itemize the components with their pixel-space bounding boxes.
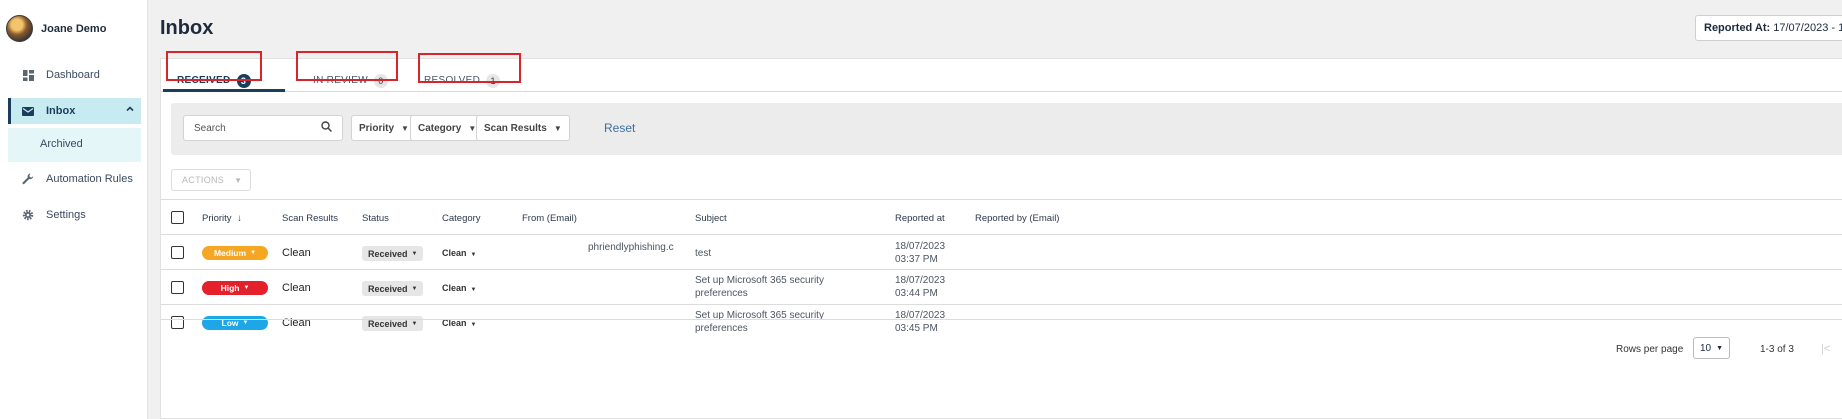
category-label: Clean: [442, 283, 467, 293]
column-header-priority[interactable]: Priority ↓: [202, 213, 242, 224]
category-filter-label: Category: [418, 122, 462, 134]
rows-per-page-label: Rows per page: [1616, 344, 1684, 355]
caret-down-icon: ▼: [553, 123, 562, 133]
category-label: Clean: [442, 248, 467, 258]
pagination-range: 1-3 of 3: [1760, 344, 1794, 355]
scan-result: Clean: [282, 247, 311, 259]
column-header-reported-by: Reported by (Email): [975, 213, 1060, 224]
sidebar: Joane Demo Dashboard Inbox Archived Auto…: [0, 0, 148, 419]
date-filter-label: Reported At:: [1704, 22, 1771, 34]
first-page-icon[interactable]: |<: [1821, 343, 1830, 355]
caret-down-icon: ▼: [470, 287, 477, 293]
reported-time: 03:44 PM: [895, 288, 938, 299]
user-profile[interactable]: Joane Demo: [6, 15, 106, 42]
caret-down-icon: ▼: [234, 175, 243, 185]
filter-bar: Search Priority ▼ Category ▼ Scan Results ▼…: [171, 103, 1842, 155]
subject-line-2: preferences: [695, 288, 748, 299]
page-title: Inbox: [160, 17, 214, 39]
chevron-up-icon[interactable]: [125, 104, 135, 117]
user-name: Joane Demo: [41, 22, 107, 35]
caret-down-icon: ▼: [411, 285, 418, 292]
subject-line-1: Set up Microsoft 365 security: [695, 275, 824, 286]
priority-label: Medium: [213, 248, 247, 258]
dashboard-icon: [20, 69, 36, 81]
inbox-submenu: Archived: [8, 128, 141, 162]
sidebar-item-settings[interactable]: Settings: [8, 202, 141, 228]
rows-per-page-value: 10: [1700, 342, 1712, 354]
sidebar-item-automation-rules[interactable]: Automation Rules: [8, 166, 141, 192]
select-all-checkbox[interactable]: [171, 211, 184, 224]
caret-down-icon: ▼: [470, 252, 477, 258]
mail-icon: [20, 106, 36, 116]
date-filter-value: 17/07/2023 - 17/0: [1773, 22, 1842, 34]
row-checkbox[interactable]: [171, 281, 184, 294]
sidebar-item-dashboard[interactable]: Dashboard: [8, 62, 141, 88]
highlight-box: [418, 53, 521, 83]
caret-down-icon: ▼: [243, 285, 250, 291]
actions-dropdown[interactable]: ACTIONS ▼: [171, 169, 251, 191]
reported-date: 18/07/2023: [895, 241, 946, 252]
column-header-from: From (Email): [522, 213, 577, 224]
table-row[interactable]: High ▼ Clean Received ▼ Clean ▼ Set up Micr…: [161, 270, 1842, 305]
priority-label: High: [220, 283, 240, 293]
table-row[interactable]: Medium ▼ Clean Received ▼ Clean ▼ phriendly…: [161, 235, 1842, 270]
reset-button[interactable]: Reset: [604, 121, 635, 135]
inbox-panel: RECEIVED 3 IN REVIEW 0 RESOLVED 1 Search…: [160, 51, 1842, 419]
scan-results-filter-label: Scan Results: [484, 122, 547, 134]
sidebar-item-label: Settings: [46, 209, 86, 221]
search-icon: [321, 121, 333, 135]
from-email: phriendlyphishing.c: [588, 242, 674, 253]
reported-time: 03:37 PM: [895, 254, 938, 265]
caret-down-icon: ▼: [411, 250, 418, 257]
tab-bar: RECEIVED 3 IN REVIEW 0 RESOLVED 1: [161, 51, 1842, 92]
column-header-reported-at: Reported at: [895, 213, 945, 224]
column-header-category: Category: [442, 213, 481, 224]
scan-result: Clean: [282, 282, 311, 294]
column-header-subject: Subject: [695, 213, 727, 224]
subject-line-1: test: [695, 248, 712, 259]
sidebar-item-inbox[interactable]: Inbox: [8, 98, 141, 124]
sort-arrow-down-icon: ↓: [237, 213, 242, 224]
row-checkbox[interactable]: [171, 246, 184, 259]
wrench-icon: [20, 173, 36, 185]
category-filter[interactable]: Category ▼: [410, 115, 485, 141]
caret-down-icon: ▼: [250, 250, 257, 256]
gear-icon: [20, 209, 36, 221]
status-dropdown[interactable]: Received ▼: [362, 281, 424, 296]
column-label: Priority: [202, 213, 232, 224]
column-header-scan-results: Scan Results: [282, 213, 338, 224]
caret-down-icon: ▼: [401, 123, 409, 133]
active-tab-indicator: [163, 89, 285, 92]
sidebar-item-label: Automation Rules: [46, 173, 133, 185]
search-input[interactable]: Search: [183, 115, 343, 141]
column-header-status: Status: [362, 213, 389, 224]
priority-badge[interactable]: High ▼: [202, 281, 268, 295]
table-footer: Rows per page 10 ▼ 1-3 of 3 |<: [161, 319, 1842, 419]
actions-label: ACTIONS: [182, 175, 225, 185]
reported-date: 18/07/2023: [895, 275, 946, 286]
avatar: [6, 15, 33, 42]
highlight-box: [166, 51, 262, 81]
category-dropdown[interactable]: Clean ▼: [442, 248, 476, 258]
status-dropdown[interactable]: Received ▼: [362, 246, 424, 261]
sidebar-item-label: Dashboard: [46, 69, 100, 81]
sidebar-item-label: Inbox: [46, 105, 76, 117]
sidebar-item-archived[interactable]: Archived: [40, 138, 83, 150]
search-placeholder: Search: [194, 122, 226, 134]
priority-filter-label: Priority: [359, 122, 395, 134]
reported-at-date-filter[interactable]: Reported At: 17/07/2023 - 17/0: [1695, 15, 1842, 41]
category-dropdown[interactable]: Clean ▼: [442, 283, 476, 293]
status-label: Received: [368, 248, 408, 259]
highlight-box: [296, 51, 398, 81]
caret-down-icon: ▼: [1716, 344, 1723, 352]
rows-per-page-select[interactable]: 10 ▼: [1693, 337, 1730, 359]
priority-filter[interactable]: Priority ▼: [351, 115, 417, 141]
table-header: Priority ↓ Scan Results Status Category …: [161, 199, 1842, 235]
priority-badge[interactable]: Medium ▼: [202, 246, 268, 260]
status-label: Received: [368, 283, 408, 294]
scan-results-filter[interactable]: Scan Results ▼: [476, 115, 570, 141]
